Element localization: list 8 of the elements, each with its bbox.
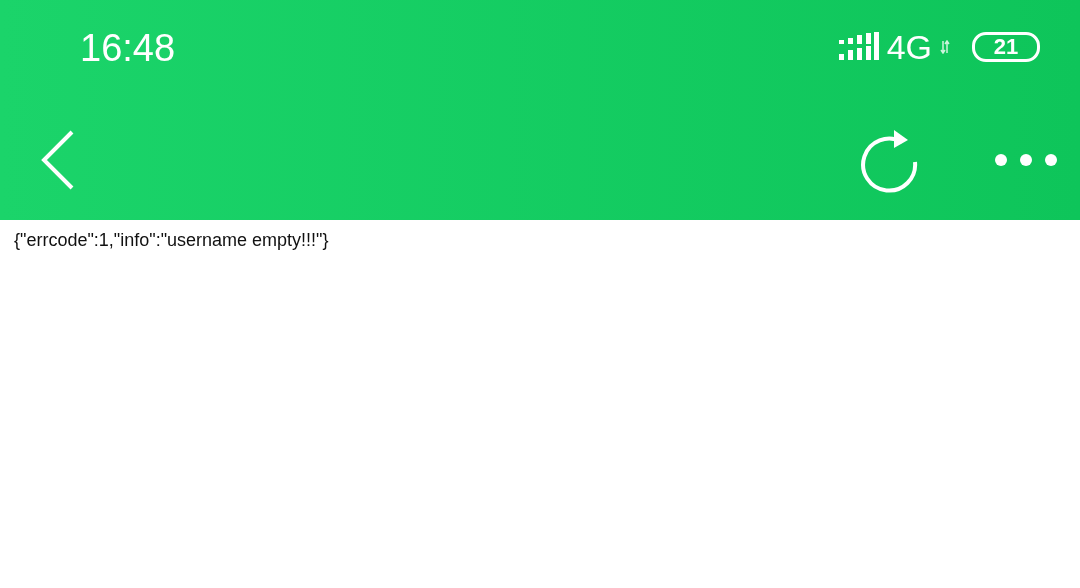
network-type: 4G: [886, 27, 932, 67]
data-arrows-icon: [940, 40, 950, 54]
signal-icon: [838, 32, 879, 62]
back-button[interactable]: [40, 130, 76, 190]
battery-level: 21: [972, 32, 1040, 62]
more-button[interactable]: [994, 153, 1058, 167]
clock-time: 16:48: [80, 26, 177, 70]
response-text: {"errcode":1,"info":"username empty!!!"}: [14, 230, 329, 250]
